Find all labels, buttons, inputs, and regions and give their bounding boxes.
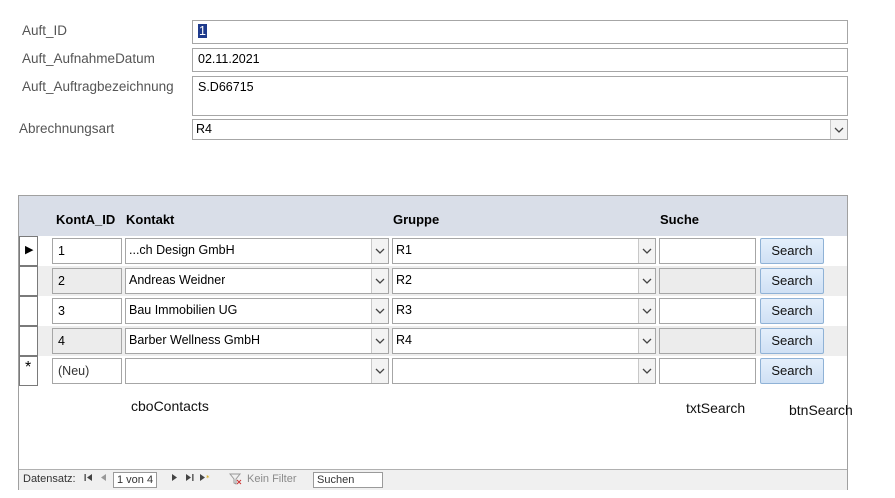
group-value: R1: [396, 243, 412, 257]
search-button[interactable]: Search: [760, 358, 824, 384]
navigation-search-input[interactable]: Suchen: [313, 472, 383, 488]
auft-id-value: 1: [198, 24, 207, 38]
current-record-icon: ▶: [25, 244, 34, 256]
column-header-gruppe: Gruppe: [393, 212, 440, 227]
search-input[interactable]: [659, 328, 756, 354]
abrechnungsart-label: Abrechnungsart: [19, 121, 115, 136]
record-selector[interactable]: *: [19, 356, 38, 386]
group-value: R2: [396, 273, 412, 287]
search-input[interactable]: [659, 358, 756, 384]
group-combo[interactable]: R3: [392, 298, 656, 324]
chevron-down-icon[interactable]: [638, 299, 655, 323]
chevron-down-icon[interactable]: [371, 299, 388, 323]
konta-id-cell[interactable]: 3: [52, 298, 122, 324]
new-record-marker-icon: *: [25, 359, 32, 376]
konta-id-cell[interactable]: (Neu): [52, 358, 122, 384]
previous-record-icon[interactable]: [100, 473, 107, 485]
chevron-down-icon[interactable]: [371, 239, 388, 263]
column-header-konta-id: KontA_ID: [56, 212, 116, 227]
contact-combo[interactable]: [125, 358, 389, 384]
aufnahme-datum-field[interactable]: 02.11.2021: [192, 48, 848, 72]
group-value: R4: [396, 333, 412, 347]
contact-combo[interactable]: Andreas Weidner: [125, 268, 389, 294]
search-button[interactable]: Search: [760, 238, 824, 264]
record-selector[interactable]: [19, 296, 38, 326]
konta-id-cell[interactable]: 1: [52, 238, 122, 264]
next-record-icon[interactable]: [171, 473, 178, 485]
search-button[interactable]: Search: [760, 298, 824, 324]
group-combo[interactable]: R4: [392, 328, 656, 354]
group-combo[interactable]: [392, 358, 656, 384]
contact-combo[interactable]: Bau Immobilien UG: [125, 298, 389, 324]
konta-id-cell[interactable]: 4: [52, 328, 122, 354]
search-button[interactable]: Search: [760, 268, 824, 294]
table-row: 2 Andreas Weidner R2 Search: [19, 266, 847, 296]
svg-text:*: *: [206, 474, 210, 482]
auft-id-label: Auft_ID: [22, 23, 68, 38]
aufnahme-datum-label: Auft_AufnahmeDatum: [22, 51, 155, 66]
contact-value: ...ch Design GmbH: [129, 243, 235, 257]
chevron-down-icon[interactable]: [638, 239, 655, 263]
search-input[interactable]: [659, 268, 756, 294]
annotation-btn-search: btnSearch: [789, 402, 853, 418]
record-selector[interactable]: [19, 266, 38, 296]
search-input[interactable]: [659, 238, 756, 264]
table-row: ▶ 1 ...ch Design GmbH R1 Search: [19, 236, 847, 266]
navigation-label: Datensatz:: [23, 473, 76, 485]
contact-value: Andreas Weidner: [129, 273, 226, 287]
new-record-icon[interactable]: *: [199, 473, 211, 485]
first-record-icon[interactable]: [84, 473, 93, 485]
contact-combo[interactable]: Barber Wellness GmbH: [125, 328, 389, 354]
chevron-down-icon[interactable]: [638, 269, 655, 293]
record-selector[interactable]: [19, 326, 38, 356]
search-button[interactable]: Search: [760, 328, 824, 354]
last-record-icon[interactable]: [185, 473, 194, 485]
chevron-down-icon[interactable]: [638, 359, 655, 383]
filter-status[interactable]: Kein Filter: [247, 473, 297, 485]
funnel-icon: [228, 473, 242, 488]
chevron-down-icon[interactable]: [830, 120, 847, 139]
auftragbezeichnung-field[interactable]: S.D66715: [192, 76, 848, 116]
contact-value: Bau Immobilien UG: [129, 303, 238, 317]
record-position-field[interactable]: 1 von 4: [113, 472, 158, 488]
subform-header: KontA_ID Kontakt Gruppe Suche: [19, 196, 847, 236]
chevron-down-icon[interactable]: [371, 359, 388, 383]
column-header-kontakt: Kontakt: [126, 212, 175, 227]
table-row: 3 Bau Immobilien UG R3 Search: [19, 296, 847, 326]
chevron-down-icon[interactable]: [371, 329, 388, 353]
table-row: 4 Barber Wellness GmbH R4 Search: [19, 326, 847, 356]
group-combo[interactable]: R1: [392, 238, 656, 264]
record-selector[interactable]: ▶: [19, 236, 38, 266]
konta-id-cell[interactable]: 2: [52, 268, 122, 294]
record-navigation-bar: Datensatz: 1 von 4 * Kein Filter Suchen: [19, 469, 847, 490]
new-record-row: * (Neu) Search: [19, 356, 847, 386]
auft-id-field[interactable]: 1: [192, 20, 848, 44]
contact-value: Barber Wellness GmbH: [129, 333, 261, 347]
group-combo[interactable]: R2: [392, 268, 656, 294]
chevron-down-icon[interactable]: [638, 329, 655, 353]
auftragbezeichnung-label: Auft_Auftragbezeichnung: [22, 79, 174, 94]
annotation-txt-search: txtSearch: [686, 400, 746, 416]
contact-combo[interactable]: ...ch Design GmbH: [125, 238, 389, 264]
abrechnungsart-combo[interactable]: R4: [192, 119, 848, 140]
abrechnungsart-value: R4: [196, 122, 212, 136]
group-value: R3: [396, 303, 412, 317]
annotation-cbo-contacts: cboContacts: [131, 398, 209, 414]
column-header-suche: Suche: [660, 212, 700, 227]
chevron-down-icon[interactable]: [371, 269, 388, 293]
contacts-subform: KontA_ID Kontakt Gruppe Suche ▶ 1 ...ch …: [18, 195, 848, 490]
search-input[interactable]: [659, 298, 756, 324]
